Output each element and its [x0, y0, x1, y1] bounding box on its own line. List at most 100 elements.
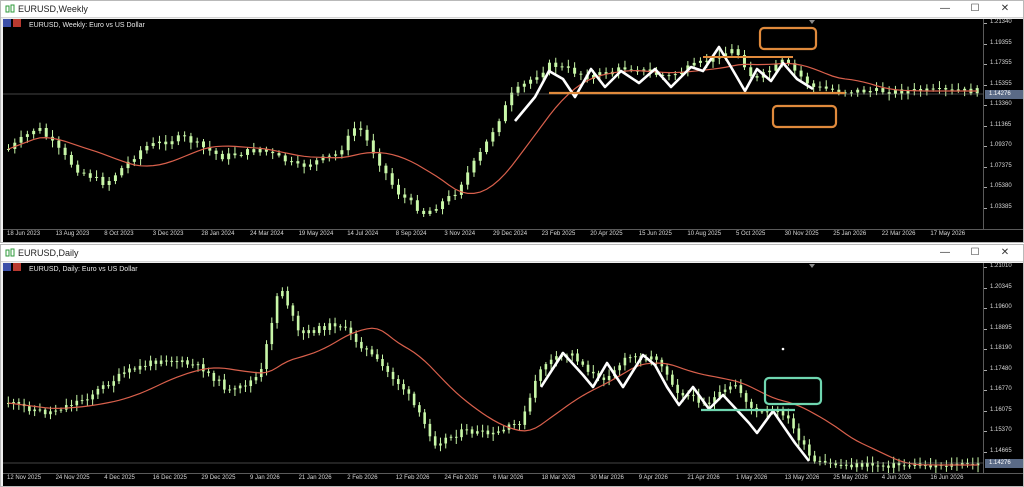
candle-body [227, 153, 231, 160]
candle-body [529, 79, 533, 84]
candle-body [781, 410, 785, 416]
minimize-icon[interactable]: — [931, 1, 959, 17]
candle-body [808, 444, 811, 456]
candle-body [522, 83, 526, 87]
candle-body [459, 184, 463, 195]
weekly-chart-window[interactable]: EURUSD,Weekly — ☐ ✕ EURUSD, Weekly: Euro… [0, 0, 1024, 243]
window-title: EURUSD,Weekly [18, 4, 88, 14]
weekly-price-plot[interactable] [3, 19, 983, 229]
candle-body [44, 128, 48, 137]
candle-body [82, 172, 86, 174]
candle-body [428, 210, 432, 214]
candle-body [214, 150, 218, 154]
candle-body [497, 121, 501, 133]
candle-body [233, 153, 237, 156]
daily-price-plot[interactable] [3, 263, 983, 473]
candle-body [138, 365, 142, 370]
candle-body [528, 397, 532, 412]
candle-body [391, 371, 395, 380]
candle-body [813, 455, 816, 462]
target-box [763, 376, 823, 406]
candle-body [447, 196, 451, 202]
candle-body [876, 465, 880, 467]
candle-body [908, 465, 911, 467]
candle-body [734, 385, 737, 387]
candle-body [207, 371, 210, 373]
close-icon[interactable]: ✕ [991, 245, 1019, 261]
weekly-title-bar[interactable]: EURUSD,Weekly — ☐ ✕ [1, 1, 1023, 18]
candle-body [101, 176, 105, 186]
candle-body [850, 464, 853, 468]
daily-time-axis[interactable]: 12 Nov 2025 24 Nov 2025 4 Dec 2025 16 Dec 2… [3, 473, 1023, 486]
daily-price-axis[interactable]: 1.21010 1.20345 1.19600 1.18895 1.18190 1.174… [983, 263, 1023, 473]
maximize-icon[interactable]: ☐ [961, 1, 989, 17]
daily-chart-area[interactable]: EURUSD, Daily: Euro vs US Dollar [3, 263, 983, 473]
candle-body [607, 375, 611, 380]
weekly-price-axis[interactable]: 1.21340 1.19355 1.17355 1.15355 1.13360 1.113… [983, 19, 1023, 229]
candle-body [671, 374, 674, 385]
candle-body [252, 149, 256, 153]
candle-body [868, 90, 872, 93]
candle-body [334, 154, 338, 156]
candle-body [805, 76, 809, 84]
candle-body [503, 105, 507, 122]
candle-body [541, 72, 545, 78]
candle-body [485, 141, 489, 152]
candle-body [91, 394, 94, 400]
candle-body [233, 388, 237, 390]
daily-chart-window[interactable]: EURUSD,Daily — ☐ ✕ EURUSD, Daily: Euro v… [0, 244, 1024, 487]
candle-body [291, 305, 295, 316]
window-title: EURUSD,Daily [18, 248, 79, 258]
candle-body [349, 327, 353, 334]
candle-body [481, 430, 484, 432]
minimize-icon[interactable]: — [931, 245, 959, 261]
candle-body [623, 67, 627, 70]
candle-body [497, 431, 500, 433]
candle-body [196, 364, 200, 366]
maximize-icon[interactable]: ☐ [961, 245, 989, 261]
candle-body [892, 462, 896, 468]
candle-body [375, 354, 379, 360]
candle-body [365, 348, 368, 350]
time-tick: 13 May 2026 [784, 475, 820, 481]
candle-body [423, 412, 426, 424]
candle-body [787, 59, 790, 64]
candle-body [180, 360, 184, 363]
candle-body [323, 326, 326, 330]
time-tick: 28 Jan 2024 [201, 231, 235, 237]
candle-body [472, 160, 476, 173]
candle-body [839, 464, 843, 466]
candle-body [576, 353, 579, 362]
candle-body [676, 384, 679, 393]
weekly-chart-area[interactable]: EURUSD, Weekly: Euro vs US Dollar [3, 19, 983, 229]
candle-body [453, 194, 457, 197]
candle-body [32, 130, 36, 135]
candle-body [931, 88, 935, 90]
candle-body [623, 357, 627, 366]
candle-body [57, 140, 61, 148]
candle-body [422, 210, 426, 214]
candle-body [518, 424, 521, 426]
candle-body [328, 323, 332, 330]
daily-title-bar[interactable]: EURUSD,Daily — ☐ ✕ [1, 245, 1023, 262]
candle-body [165, 360, 168, 362]
candle-body [69, 154, 73, 165]
time-tick: 12 Feb 2026 [395, 475, 430, 481]
candle-body [315, 160, 319, 165]
candle-body [38, 409, 42, 411]
candle-body [339, 326, 342, 328]
time-tick: 9 Jan 2026 [250, 475, 280, 481]
candle-body [956, 89, 960, 91]
candle-body [149, 360, 152, 367]
close-icon[interactable]: ✕ [991, 1, 1019, 17]
time-tick: 5 Oct 2025 [736, 231, 766, 237]
candle-body [360, 341, 363, 349]
candle-body [681, 392, 685, 396]
candle-body [281, 290, 284, 297]
candle-body [80, 400, 84, 402]
chart-window-icon [5, 4, 15, 13]
weekly-time-axis[interactable]: 18 Jun 2023 13 Aug 2023 8 Oct 2023 3 Dec 20… [3, 229, 1023, 242]
candle-body [855, 463, 859, 468]
candle-body [175, 361, 179, 363]
time-tick: 16 Jun 2026 [930, 475, 964, 481]
